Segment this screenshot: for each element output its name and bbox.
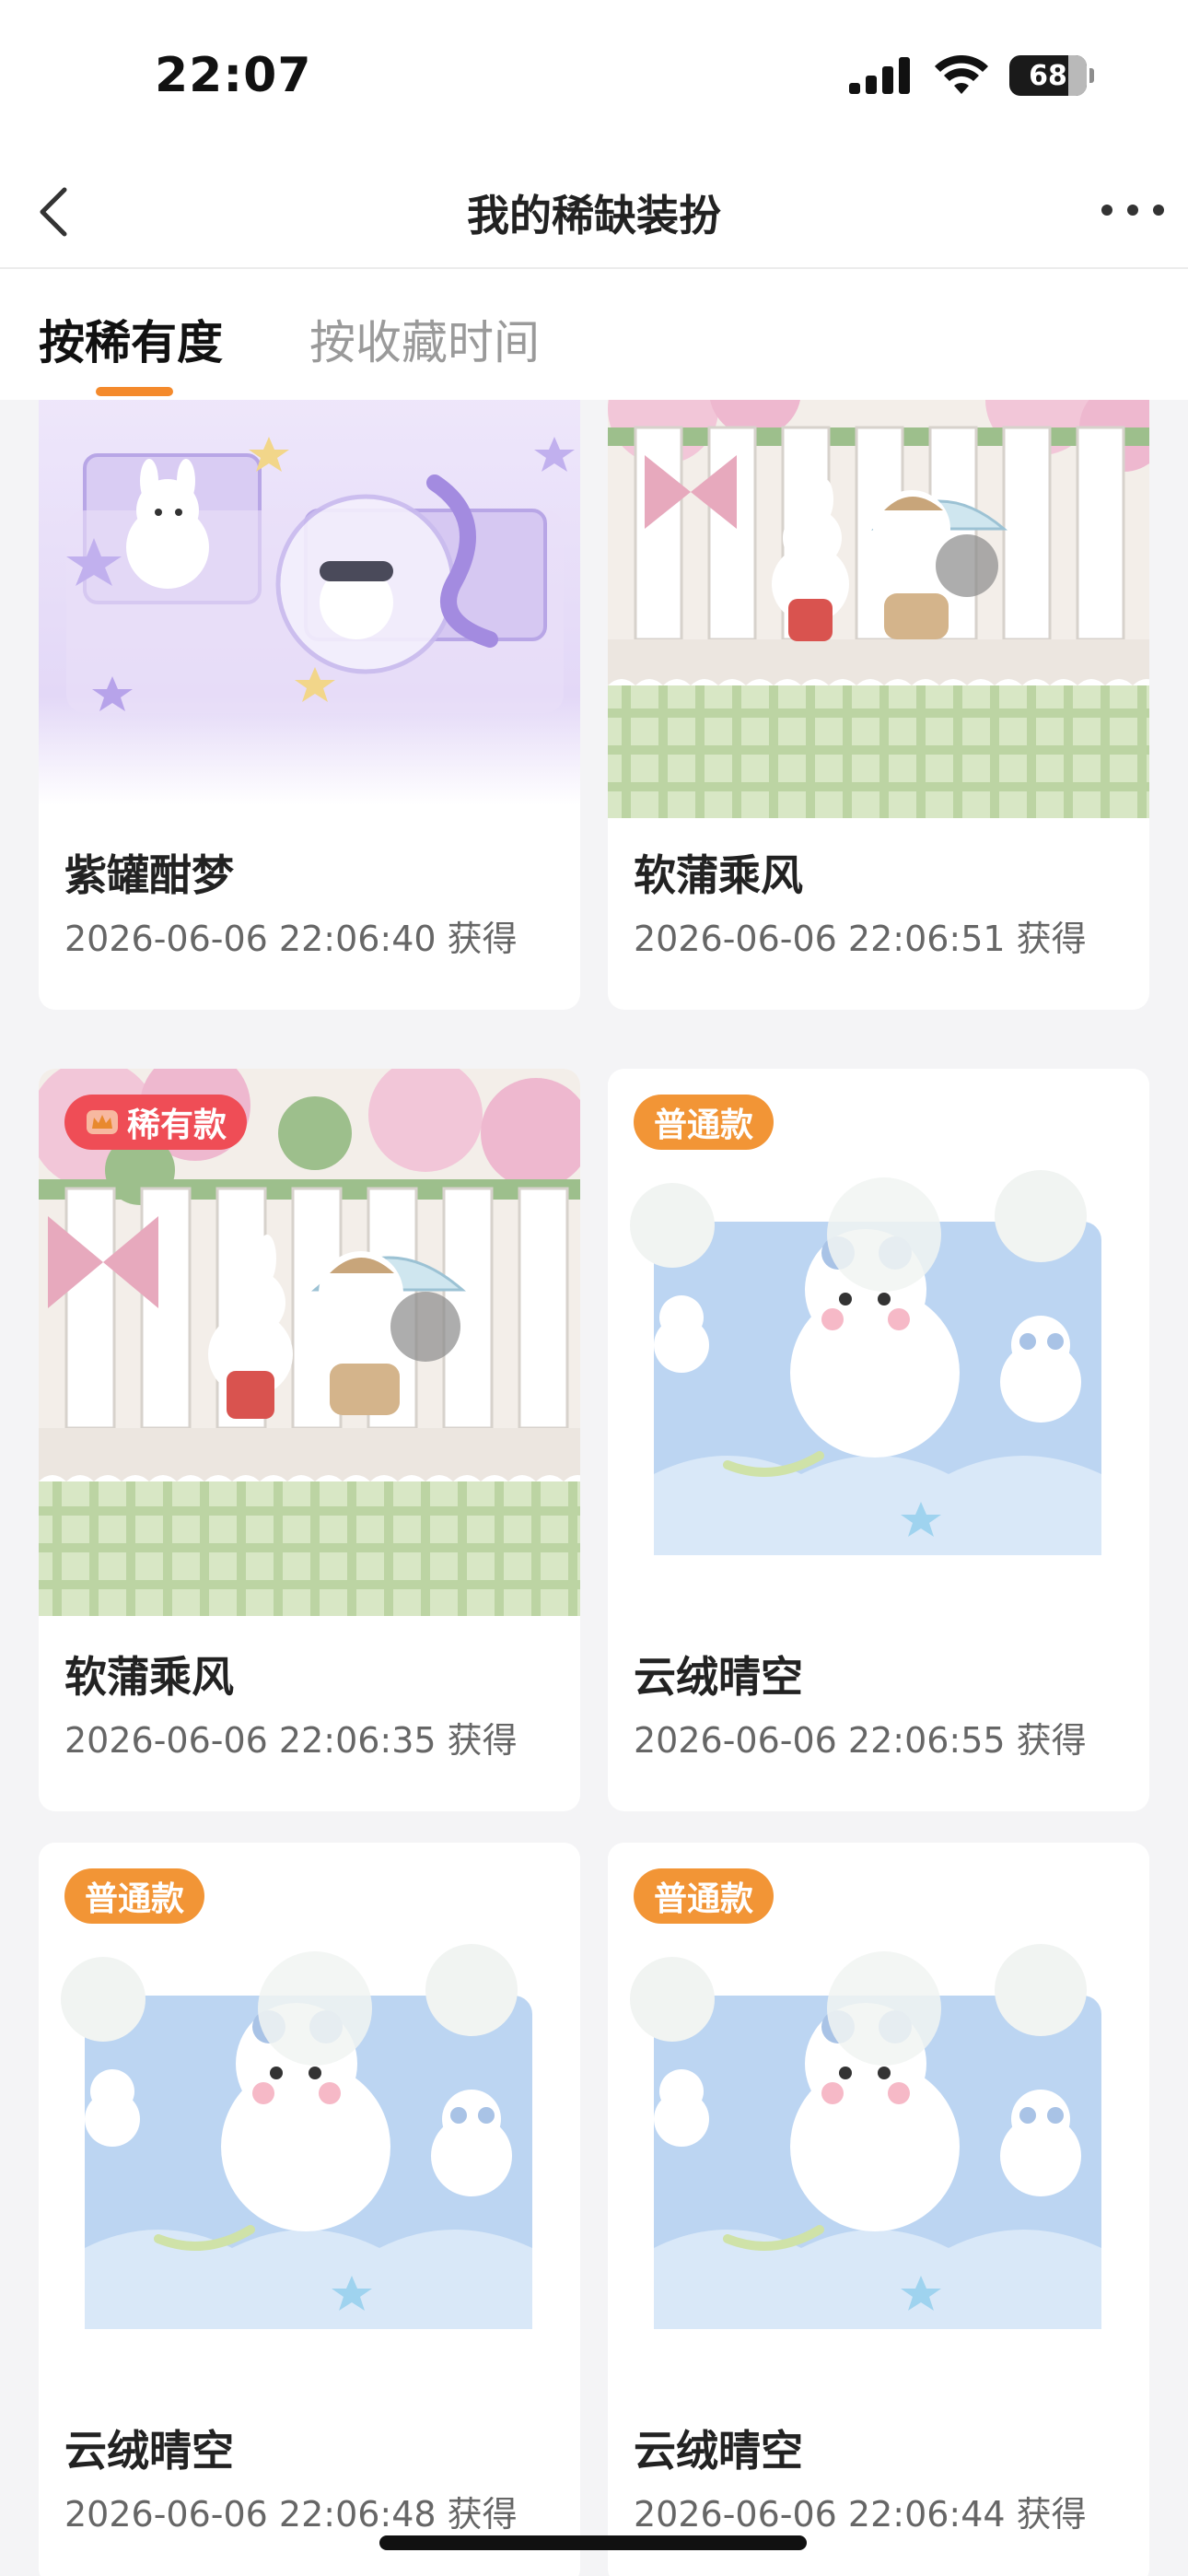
battery-level: 68: [1029, 59, 1067, 92]
more-dot-icon: [1101, 205, 1112, 216]
outfit-card[interactable]: 稀有款 软蒲乘风 2026-06-06 22:06:35 获得: [39, 1069, 580, 1811]
signal-icon: [849, 57, 910, 94]
tab-active-indicator: [96, 387, 173, 396]
outfit-card[interactable]: 软蒲乘风 2026-06-06 22:06:51 获得: [608, 400, 1149, 1010]
outfit-artwork: [39, 1843, 580, 2390]
battery-icon: 68: [1009, 55, 1094, 96]
outfit-name: 紫罐酣梦: [64, 850, 234, 900]
status-time: 22:07: [155, 48, 312, 103]
sort-tab-bar: 按稀有度 按收藏时间: [0, 269, 1188, 400]
rarity-badge-label: 稀有款: [127, 1107, 227, 1144]
outfit-artwork: [608, 1843, 1149, 2390]
outfit-name: 软蒲乘风: [64, 1652, 234, 1702]
status-icons: 68: [849, 55, 1094, 96]
rarity-badge: 稀有款: [64, 1095, 248, 1150]
home-indicator[interactable]: [379, 2535, 807, 2550]
outfit-name: 云绒晴空: [634, 2426, 803, 2476]
outfit-obtained-time: 2026-06-06 22:06:55 获得: [634, 1720, 1087, 1761]
outfit-artwork: [39, 400, 580, 805]
tab-by-collect-time[interactable]: 按收藏时间: [309, 306, 540, 372]
outfit-obtained-time: 2026-06-06 22:06:44 获得: [634, 2494, 1087, 2535]
outfit-artwork: [608, 400, 1149, 818]
outfit-obtained-time: 2026-06-06 22:06:35 获得: [64, 1720, 518, 1761]
status-bar: 22:07 68: [0, 0, 1188, 157]
more-dot-icon: [1153, 205, 1164, 216]
outfit-card[interactable]: 普通款 云绒晴空 2026-06-06 22:06:55 获得: [608, 1069, 1149, 1811]
outfit-obtained-time: 2026-06-06 22:06:40 获得: [64, 919, 518, 959]
outfit-card[interactable]: 紫罐酣梦 2026-06-06 22:06:40 获得: [39, 400, 580, 1010]
outfit-obtained-time: 2026-06-06 22:06:51 获得: [634, 919, 1087, 959]
outfit-name: 云绒晴空: [64, 2426, 234, 2476]
crown-icon: [87, 1110, 118, 1134]
rarity-badge-label: 普通款: [654, 1107, 754, 1144]
rarity-badge: 普通款: [64, 1868, 205, 1924]
outfit-artwork: [39, 1069, 580, 1616]
more-button[interactable]: [1096, 181, 1170, 240]
rarity-badge: 普通款: [634, 1868, 775, 1924]
rarity-badge-label: 普通款: [654, 1880, 754, 1918]
outfit-card[interactable]: 普通款 云绒晴空 2026-06-06 22:06:44 获得: [608, 1843, 1149, 2576]
outfit-name: 软蒲乘风: [634, 850, 803, 900]
wifi-icon: [935, 55, 988, 94]
outfit-card[interactable]: 普通款 云绒晴空 2026-06-06 22:06:48 获得: [39, 1843, 580, 2576]
page-title: 我的稀缺装扮: [467, 191, 721, 240]
nav-bar: 我的稀缺装扮: [0, 157, 1188, 269]
outfit-grid: 紫罐酣梦 2026-06-06 22:06:40 获得 软蒲乘风 2026-06…: [0, 400, 1188, 2576]
outfit-obtained-time: 2026-06-06 22:06:48 获得: [64, 2494, 518, 2535]
rarity-badge: 普通款: [634, 1095, 775, 1150]
outfit-name: 云绒晴空: [634, 1652, 803, 1702]
more-dot-icon: [1127, 205, 1138, 216]
tab-by-rarity[interactable]: 按稀有度: [39, 306, 223, 372]
rarity-badge-label: 普通款: [85, 1880, 185, 1918]
outfit-artwork: [608, 1069, 1149, 1616]
